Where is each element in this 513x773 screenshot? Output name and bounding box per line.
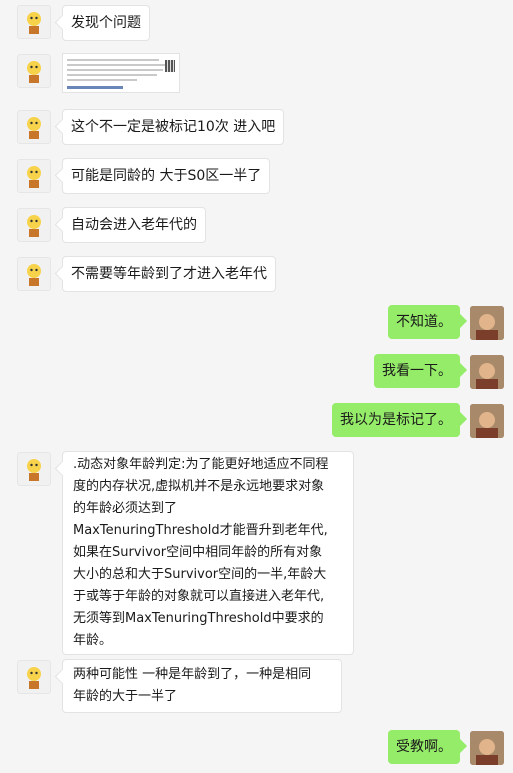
message-text: 可能是同龄的 大于S0区一半了 — [71, 168, 262, 184]
message-text: 发现个问题 — [71, 15, 141, 31]
message-text: 我以为是标记了。 — [340, 412, 452, 428]
user-avatar[interactable] — [470, 306, 504, 340]
message-text-line: 于或等于年龄的对象就可以直接进入老年代, — [73, 589, 325, 604]
contact-avatar[interactable] — [17, 208, 51, 242]
message-text-line: 如果在Survivor空间中相同年龄的所有对象 — [73, 545, 323, 560]
photo-avatar-icon — [470, 731, 504, 765]
message-row: 发现个问题 — [0, 3, 513, 41]
message-text: 这个不一定是被标记10次 进入吧 — [71, 119, 276, 135]
message-bubble[interactable]: 不知道。 — [388, 305, 460, 339]
contact-avatar[interactable] — [17, 660, 51, 694]
message-row — [0, 52, 513, 96]
contact-avatar[interactable] — [17, 257, 51, 291]
message-bubble[interactable]: 这个不一定是被标记10次 进入吧 — [62, 109, 285, 145]
message-bubble[interactable]: .动态对象年龄判定:为了能更好地适应不同程 度的内存状况,虚拟机并不是永远地要求… — [62, 451, 354, 655]
message-text-line: 大小的总和大于Survivor空间的一半,年龄大 — [73, 567, 327, 582]
message-row: 这个不一定是被标记10次 进入吧 — [0, 108, 513, 145]
message-row: 我以为是标记了。 — [0, 402, 513, 438]
photo-avatar-icon — [470, 306, 504, 340]
cartoon-avatar-icon — [27, 12, 41, 34]
message-bubble[interactable]: 自动会进入老年代的 — [62, 207, 206, 243]
message-bubble[interactable]: 我看一下。 — [374, 354, 460, 388]
message-row: 自动会进入老年代的 — [0, 206, 513, 243]
message-bubble[interactable]: 发现个问题 — [62, 5, 150, 41]
message-bubble[interactable]: 不需要等年龄到了才进入老年代 — [62, 256, 276, 292]
message-row: 不知道。 — [0, 304, 513, 340]
message-bubble[interactable]: 两种可能性 一种是年龄到了，一种是相同 年龄的大于一半了 — [62, 659, 342, 713]
contact-avatar[interactable] — [17, 110, 51, 144]
cartoon-avatar-icon — [27, 117, 41, 139]
cartoon-avatar-icon — [27, 459, 41, 481]
message-text: 自动会进入老年代的 — [71, 217, 197, 233]
contact-avatar[interactable] — [17, 54, 51, 88]
photo-avatar-icon — [470, 404, 504, 438]
user-avatar[interactable] — [470, 404, 504, 438]
message-text-line: MaxTenuringThreshold才能晋升到老年代, — [73, 523, 328, 538]
image-message-thumbnail[interactable] — [62, 53, 180, 93]
message-text: 我看一下。 — [382, 363, 452, 379]
message-text: 受教啊。 — [396, 739, 452, 755]
message-text-line: 年龄。 — [73, 633, 113, 648]
message-bubble[interactable]: 我以为是标记了。 — [332, 403, 460, 437]
message-row: .动态对象年龄判定:为了能更好地适应不同程 度的内存状况,虚拟机并不是永远地要求… — [0, 450, 513, 655]
cartoon-avatar-icon — [27, 667, 41, 689]
contact-avatar[interactable] — [17, 5, 51, 39]
message-text-line: 无须等到MaxTenuringThreshold中要求的 — [73, 611, 324, 626]
cartoon-avatar-icon — [27, 166, 41, 188]
user-avatar[interactable] — [470, 731, 504, 765]
message-bubble[interactable]: 受教啊。 — [388, 730, 460, 764]
message-row: 两种可能性 一种是年龄到了，一种是相同 年龄的大于一半了 — [0, 658, 513, 716]
message-row: 受教啊。 — [0, 729, 513, 765]
message-bubble[interactable]: 可能是同龄的 大于S0区一半了 — [62, 158, 271, 194]
message-text-line: 两种可能性 一种是年龄到了，一种是相同 — [73, 667, 312, 682]
contact-avatar[interactable] — [17, 159, 51, 193]
message-row: 不需要等年龄到了才进入老年代 — [0, 255, 513, 292]
message-text-line: .动态对象年龄判定:为了能更好地适应不同程 — [73, 457, 329, 472]
user-avatar[interactable] — [470, 355, 504, 389]
cartoon-avatar-icon — [27, 215, 41, 237]
contact-avatar[interactable] — [17, 452, 51, 486]
message-text-line: 度的内存状况,虚拟机并不是永远地要求对象 — [73, 479, 325, 494]
message-text-line: 年龄的大于一半了 — [73, 689, 178, 704]
message-row: 我看一下。 — [0, 353, 513, 389]
message-text: 不需要等年龄到了才进入老年代 — [71, 266, 267, 282]
message-text: 不知道。 — [396, 314, 452, 330]
message-text-line: 的年龄必须达到了 — [73, 501, 178, 516]
message-row: 可能是同龄的 大于S0区一半了 — [0, 157, 513, 194]
cartoon-avatar-icon — [27, 264, 41, 286]
photo-avatar-icon — [470, 355, 504, 389]
cartoon-avatar-icon — [27, 61, 41, 83]
